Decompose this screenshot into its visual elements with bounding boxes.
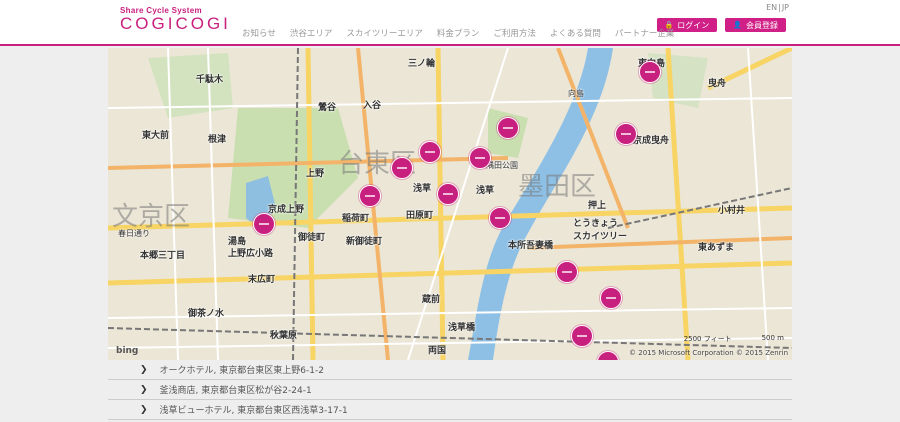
station-pin[interactable] bbox=[391, 157, 413, 179]
station-label-yushima: 湯島 bbox=[228, 237, 247, 247]
chevron-right-icon: ❯ bbox=[140, 364, 148, 375]
station-pin[interactable] bbox=[497, 117, 519, 139]
ward-label-sumida: 墨田区 bbox=[518, 172, 597, 202]
map-scale: 2500 フィート 500 m bbox=[684, 334, 784, 344]
scale-meters: 500 m bbox=[761, 334, 784, 342]
station-label-ochanomizu: 御茶ノ水 bbox=[188, 309, 225, 319]
logo-wordmark: COGICOGI bbox=[120, 14, 231, 33]
main-nav: お知らせ 渋谷エリア スカイツリーエリア 料金プラン ご利用方法 よくある質問 … bbox=[242, 27, 674, 39]
station-label-ryogoku: 両国 bbox=[428, 346, 447, 356]
auth-buttons: 🔒 ログイン 👤 会員登録 bbox=[656, 18, 786, 32]
station-label-sendagi: 千駄木 bbox=[196, 75, 224, 85]
station-pin[interactable] bbox=[359, 185, 381, 207]
location-list: ❯ オークホテル, 東京都台東区東上野6-1-2 ❯ 釜浅商店, 東京都台東区松… bbox=[108, 360, 792, 420]
station-label-minowa: 三ノ輪 bbox=[408, 59, 436, 69]
map-attribution: © 2015 Microsoft Corporation © 2015 Zenr… bbox=[629, 349, 788, 357]
station-label-asakusabashi: 浅草橋 bbox=[448, 323, 476, 333]
station-label-ueno: 上野 bbox=[306, 169, 325, 179]
station-pin[interactable] bbox=[600, 287, 622, 309]
bing-logo: bing bbox=[116, 346, 139, 356]
site-logo[interactable]: Share Cycle System COGICOGI bbox=[120, 6, 231, 34]
station-label-iriya: 入谷 bbox=[363, 101, 382, 111]
lang-en-link[interactable]: EN bbox=[766, 3, 777, 12]
register-button[interactable]: 👤 会員登録 bbox=[725, 18, 786, 32]
station-pin[interactable] bbox=[571, 325, 593, 347]
station-label-kuramae: 蔵前 bbox=[422, 295, 441, 305]
nav-pricing[interactable]: 料金プラン bbox=[437, 27, 480, 39]
park-label-sumida: 隅田公園 bbox=[486, 161, 518, 170]
user-icon: 👤 bbox=[733, 21, 742, 29]
station-label-keiseiueno: 京成上野 bbox=[268, 205, 305, 215]
chevron-right-icon: ❯ bbox=[140, 404, 148, 415]
station-label-asakusa-2: 浅草 bbox=[476, 186, 495, 196]
station-pin[interactable] bbox=[639, 61, 661, 83]
station-label-oshiage: 押上 bbox=[588, 201, 607, 211]
site-header: Share Cycle System COGICOGI EN|JP 🔒 ログイン… bbox=[0, 0, 900, 46]
location-name: 釜浅商店, 東京都台東区松が谷2-24-1 bbox=[159, 386, 312, 396]
station-label-shinokachimachi: 新御徒町 bbox=[346, 237, 383, 247]
station-label-hikifune: 曳舟 bbox=[708, 79, 727, 89]
area-label-mukojima: 向島 bbox=[568, 89, 584, 98]
station-label-uguisudani: 鶯谷 bbox=[318, 103, 337, 113]
station-map[interactable]: 文京区 台東区 墨田区 上野 浅草 浅草 稲荷町 田原町 押上 とうきょう スカ… bbox=[108, 48, 792, 360]
station-label-todaimae: 東大前 bbox=[142, 131, 170, 141]
station-label-higashiazuma: 東あずま bbox=[698, 243, 735, 253]
login-label: ログイン bbox=[677, 20, 710, 30]
station-pin[interactable] bbox=[437, 183, 459, 205]
station-label-okachimachi: 御徒町 bbox=[298, 233, 326, 243]
station-pin[interactable] bbox=[419, 141, 441, 163]
scale-feet: 2500 フィート bbox=[683, 335, 732, 343]
station-pin[interactable] bbox=[469, 147, 491, 169]
station-pin[interactable] bbox=[615, 123, 637, 145]
nav-skytree-area[interactable]: スカイツリーエリア bbox=[346, 27, 423, 39]
station-label-keiseihikifune: 京成曳舟 bbox=[633, 136, 670, 146]
station-pin[interactable] bbox=[253, 213, 275, 235]
nav-partners[interactable]: パートナー企業 bbox=[615, 27, 675, 39]
list-item[interactable]: ❯ オークホテル, 東京都台東区東上野6-1-2 bbox=[108, 360, 792, 380]
nav-faq[interactable]: よくある質問 bbox=[550, 27, 601, 39]
station-label-asakusa: 浅草 bbox=[413, 184, 432, 194]
road-label-kasuga: 春日通り bbox=[118, 229, 150, 238]
location-name: 浅草ビューホテル, 東京都台東区西浅草3-17-1 bbox=[159, 406, 348, 416]
station-label-ogi: 小村井 bbox=[718, 206, 746, 216]
station-label-uenohirokoji: 上野広小路 bbox=[228, 249, 274, 259]
station-label-suehirocho: 末広町 bbox=[248, 275, 276, 285]
list-item[interactable]: ❯ 釜浅商店, 東京都台東区松が谷2-24-1 bbox=[108, 380, 792, 400]
station-label-honjo: 本所吾妻橋 bbox=[508, 241, 554, 251]
lang-jp-link[interactable]: JP bbox=[782, 3, 789, 12]
station-label-akihabara: 秋葉原 bbox=[270, 331, 298, 341]
nav-news[interactable]: お知らせ bbox=[242, 27, 276, 39]
station-label-inaricho: 稲荷町 bbox=[342, 214, 370, 224]
nav-how-to-use[interactable]: ご利用方法 bbox=[493, 27, 536, 39]
language-switcher: EN|JP bbox=[766, 3, 789, 12]
station-pin[interactable] bbox=[556, 261, 578, 283]
station-label-nezu: 根津 bbox=[208, 135, 227, 145]
chevron-right-icon: ❯ bbox=[140, 384, 148, 395]
station-label-tawaramachi: 田原町 bbox=[406, 211, 434, 221]
station-label-hongo: 本郷三丁目 bbox=[140, 251, 186, 261]
location-name: オークホテル, 東京都台東区東上野6-1-2 bbox=[159, 366, 324, 376]
register-label: 会員登録 bbox=[746, 20, 778, 30]
station-label-skytree: とうきょう スカイツリー bbox=[573, 219, 628, 242]
nav-shibuya-area[interactable]: 渋谷エリア bbox=[290, 27, 333, 39]
list-item[interactable]: ❯ 浅草ビューホテル, 東京都台東区西浅草3-17-1 bbox=[108, 400, 792, 420]
station-pin[interactable] bbox=[489, 207, 511, 229]
